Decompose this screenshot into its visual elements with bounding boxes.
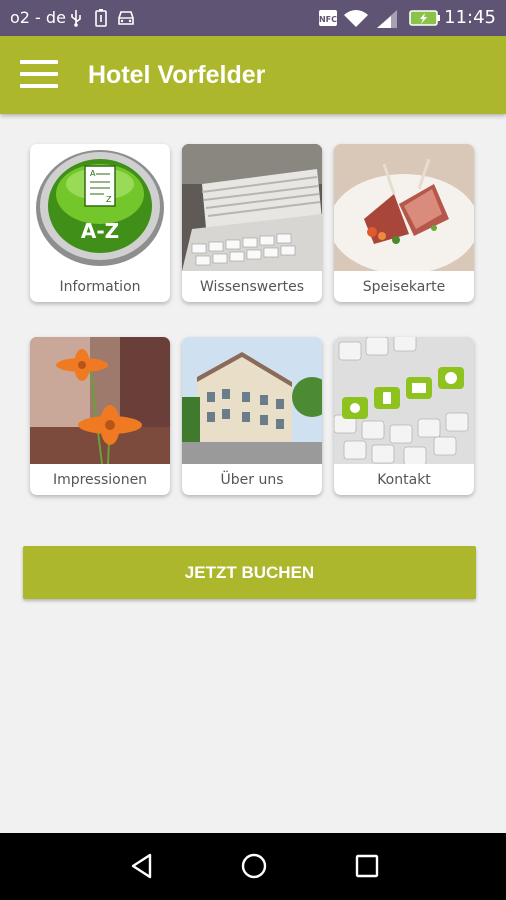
battery-saver-icon (95, 9, 107, 27)
tile-label: Über uns (220, 472, 284, 488)
book-now-button[interactable]: JETZT BUCHEN (23, 546, 476, 599)
food-plate-photo (334, 144, 474, 271)
newspapers-photo (182, 144, 322, 271)
carrier-label: o2 - de (10, 8, 66, 27)
svg-text:A: A (90, 169, 96, 178)
tile-label: Wissenswertes (199, 279, 304, 295)
app-bar: Hotel Vorfelder (0, 36, 506, 114)
signal-icon (377, 10, 397, 28)
svg-text:Z: Z (106, 195, 112, 204)
hotel-building-photo (182, 337, 322, 464)
svg-text:NFC: NFC (319, 15, 337, 24)
recents-icon[interactable] (353, 851, 381, 881)
clock: 11:45 (444, 7, 496, 28)
tile-speisekarte[interactable]: Speisekarte (334, 144, 474, 302)
tile-label: Impressionen (52, 472, 148, 488)
tile-ueber-uns[interactable]: Über uns (182, 337, 322, 495)
tile-kontakt[interactable]: Kontakt (334, 337, 474, 495)
tile-label: Speisekarte (362, 279, 446, 295)
a-z-directory-icon: A Z A-Z (30, 144, 170, 271)
wifi-icon (344, 10, 368, 27)
hamburger-menu-icon[interactable] (18, 58, 60, 92)
battery-charging-icon (409, 10, 440, 26)
svg-text:A-Z: A-Z (81, 219, 119, 243)
tile-label: Information (59, 279, 141, 295)
nfc-icon: NFC (319, 10, 337, 26)
navigation-bar (0, 833, 506, 900)
tile-wissenswertes[interactable]: Wissenswertes (182, 144, 322, 302)
tile-label: Kontakt (377, 472, 431, 488)
back-icon[interactable] (128, 851, 156, 881)
tile-impressionen[interactable]: Impressionen (30, 337, 170, 495)
status-bar: o2 - de NFC 11:45 (0, 0, 506, 36)
usb-icon (71, 10, 81, 27)
flower-photo (30, 337, 170, 464)
keyboard-contact-photo (334, 337, 474, 464)
tile-information[interactable]: A Z A-Z Information (30, 144, 170, 302)
car-icon (118, 11, 134, 25)
page-title: Hotel Vorfelder (88, 61, 266, 89)
home-icon[interactable] (239, 851, 269, 881)
